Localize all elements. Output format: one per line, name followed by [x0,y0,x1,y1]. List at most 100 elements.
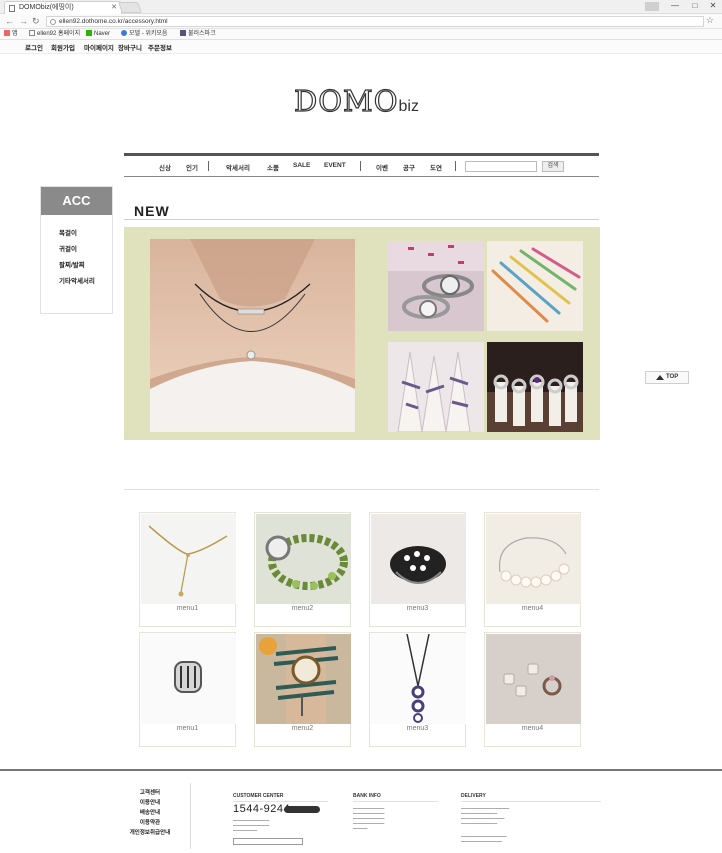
reload-icon[interactable]: ↻ [32,15,40,28]
new-tab-button[interactable] [117,2,143,13]
rings-display-photo[interactable] [487,342,583,432]
footer-link-terms[interactable]: 이용약관 [130,818,170,826]
nav-item-doyeon[interactable]: 도연 [430,162,442,172]
close-window-icon[interactable]: ✕ [702,0,722,12]
sidebar-item-etc[interactable]: 기타악세서리 [59,275,95,285]
customer-center-heading: CUSTOMER CENTER [233,793,284,799]
nav-item-goods[interactable]: 소품 [267,162,279,172]
section-title: NEW [134,203,170,219]
customer-phone: 1544-9244 [233,803,291,815]
site-top-links: 로그인 회원가입 마이페이지 장바구니 주문정보 [0,40,722,54]
main-navigation: 신상 인기 악세서리 소품 SALE EVENT 이벤 공구 도연 검색 [124,153,599,177]
url-text: ellen92.dothome.co.kr/accessory.html [59,18,168,25]
contact-button[interactable] [233,838,303,845]
site-footer: 고객센터 이용안내 배송안내 이용약관 개인정보취급안내 CUSTOMER CE… [0,769,722,853]
necklace-photo[interactable] [150,239,355,432]
address-bar-row: ← → ↻ ellen92.dothome.co.kr/accessory.ht… [0,14,722,29]
product-image-wrap-watch [256,634,351,724]
product-card[interactable]: menu3 [369,512,466,627]
phone-badge [284,806,320,813]
product-card[interactable]: menu3 [369,632,466,747]
globe-icon [121,30,127,36]
product-card[interactable]: menu1 [139,512,236,627]
product-image-necklace [141,514,236,604]
footer-link-customer[interactable]: 고객센터 [130,788,170,796]
product-label: menu4 [521,725,544,732]
orders-link[interactable]: 주문정보 [148,42,172,52]
apps-icon [4,30,10,36]
nav-item-group-buy[interactable]: 공구 [403,162,415,172]
nav-item-ieven[interactable]: 이벤 [376,162,388,172]
watch-image [388,241,484,331]
sidebar-item-bracelet[interactable]: 팔찌/발찌 [59,259,85,269]
bank-accounts-text: ━━━━━━━━━━━━━ ━━━━━━━━━━━━━ ━━━━━━━━━━━━━ ━… [353,806,385,831]
sidebar-item-earring[interactable]: 귀걸이 [59,243,77,253]
category-sidebar: ACC 목걸이 귀걸이 팔찌/발찌 기타악세서리 [40,186,113,314]
bookmark-naver[interactable]: Naver [86,29,110,40]
hours-text: ━━━━━━━━━━━━━━━ ━━━━━━━━━━━━━━━ ━━━━━━━━━━ [233,818,270,833]
bookmark-apps[interactable]: 앱 [4,29,18,40]
sidebar-item-necklace[interactable]: 목걸이 [59,227,77,237]
nav-item-event[interactable]: EVENT [324,162,346,169]
browser-tab-title: DOMObiz(에띵이) [19,4,74,11]
product-image-pendant-necklace [371,634,466,724]
bookmark-homepage[interactable]: ellen92 홈페이지 [29,29,80,40]
product-label: menu3 [406,725,429,732]
page-icon [9,5,15,12]
footer-link-privacy[interactable]: 개인정보취급안내 [118,828,182,836]
nav-item-sale[interactable]: SALE [293,162,310,169]
mypage-link[interactable]: 마이페이지 [84,42,114,52]
product-image-green-watch [256,514,351,604]
product-card[interactable]: menu2 [254,632,351,747]
bookmark-star-icon[interactable]: ☆ [706,15,714,26]
nav-item-accessory[interactable]: 악세서리 [226,162,250,172]
search-input[interactable] [465,161,537,172]
url-field[interactable]: ellen92.dothome.co.kr/accessory.html [46,16,704,27]
footer-link-delivery[interactable]: 배송안내 [130,808,170,816]
forward-icon[interactable]: → [19,15,28,28]
rings-display-image [487,342,583,432]
back-icon[interactable]: ← [5,15,14,28]
bookmark-wiki[interactable]: 모델 - 위키모음 [121,29,167,40]
sidebar-title: ACC [41,187,112,215]
friendship-bracelets-image [487,241,583,331]
bookmark-spark[interactable]: 불러스파크 [180,29,216,40]
bracelets-cones-photo[interactable] [388,342,484,432]
nav-item-new[interactable]: 신상 [159,162,171,172]
footer-link-guide[interactable]: 이용안내 [130,798,170,806]
new-feature-panel [124,227,600,440]
bookmarks-bar: 앱 ellen92 홈페이지 Naver 모델 - 위키모음 불러스파크 [0,29,722,40]
friendship-bracelets-photo[interactable] [487,241,583,331]
minimize-icon[interactable]: — [664,0,686,12]
profile-icon[interactable] [645,2,659,11]
signup-link[interactable]: 회원가입 [51,42,75,52]
nav-divider [455,161,456,171]
bracelets-cones-image [388,342,484,432]
naver-icon [86,30,92,36]
login-link[interactable]: 로그인 [25,42,43,52]
product-label: menu3 [406,605,429,612]
product-image-silver-ring [141,634,236,724]
product-card[interactable]: menu4 [484,512,581,627]
product-card[interactable]: menu2 [254,512,351,627]
site-logo[interactable]: DOMObiz [293,83,419,118]
nav-item-popular[interactable]: 인기 [186,162,198,172]
cart-link[interactable]: 장바구니 [118,42,142,52]
product-card[interactable]: menu4 [484,632,581,747]
watch-photo[interactable] [388,241,484,331]
product-label: menu1 [176,725,199,732]
browser-tab[interactable]: DOMObiz(에띵이) ✕ [4,1,122,14]
product-image-earrings [486,634,581,724]
product-label: menu4 [521,605,544,612]
product-card[interactable]: menu1 [139,632,236,747]
delivery-heading: DELIVERY [461,793,486,799]
close-tab-icon[interactable]: ✕ [111,2,117,14]
bank-info-heading: BANK INFO [353,793,381,799]
search-button[interactable]: 검색 [542,161,564,172]
footer-divider [190,783,191,849]
necklace-image [150,239,355,432]
delivery-info-text: ━━━━━━━━━━━━━━━━━━━━ ━━━━━━━━━━━━━━━ ━━━━━… [461,806,510,826]
nav-divider [360,161,361,171]
back-to-top-button[interactable]: TOP [645,371,689,384]
puzzle-icon [180,30,186,36]
